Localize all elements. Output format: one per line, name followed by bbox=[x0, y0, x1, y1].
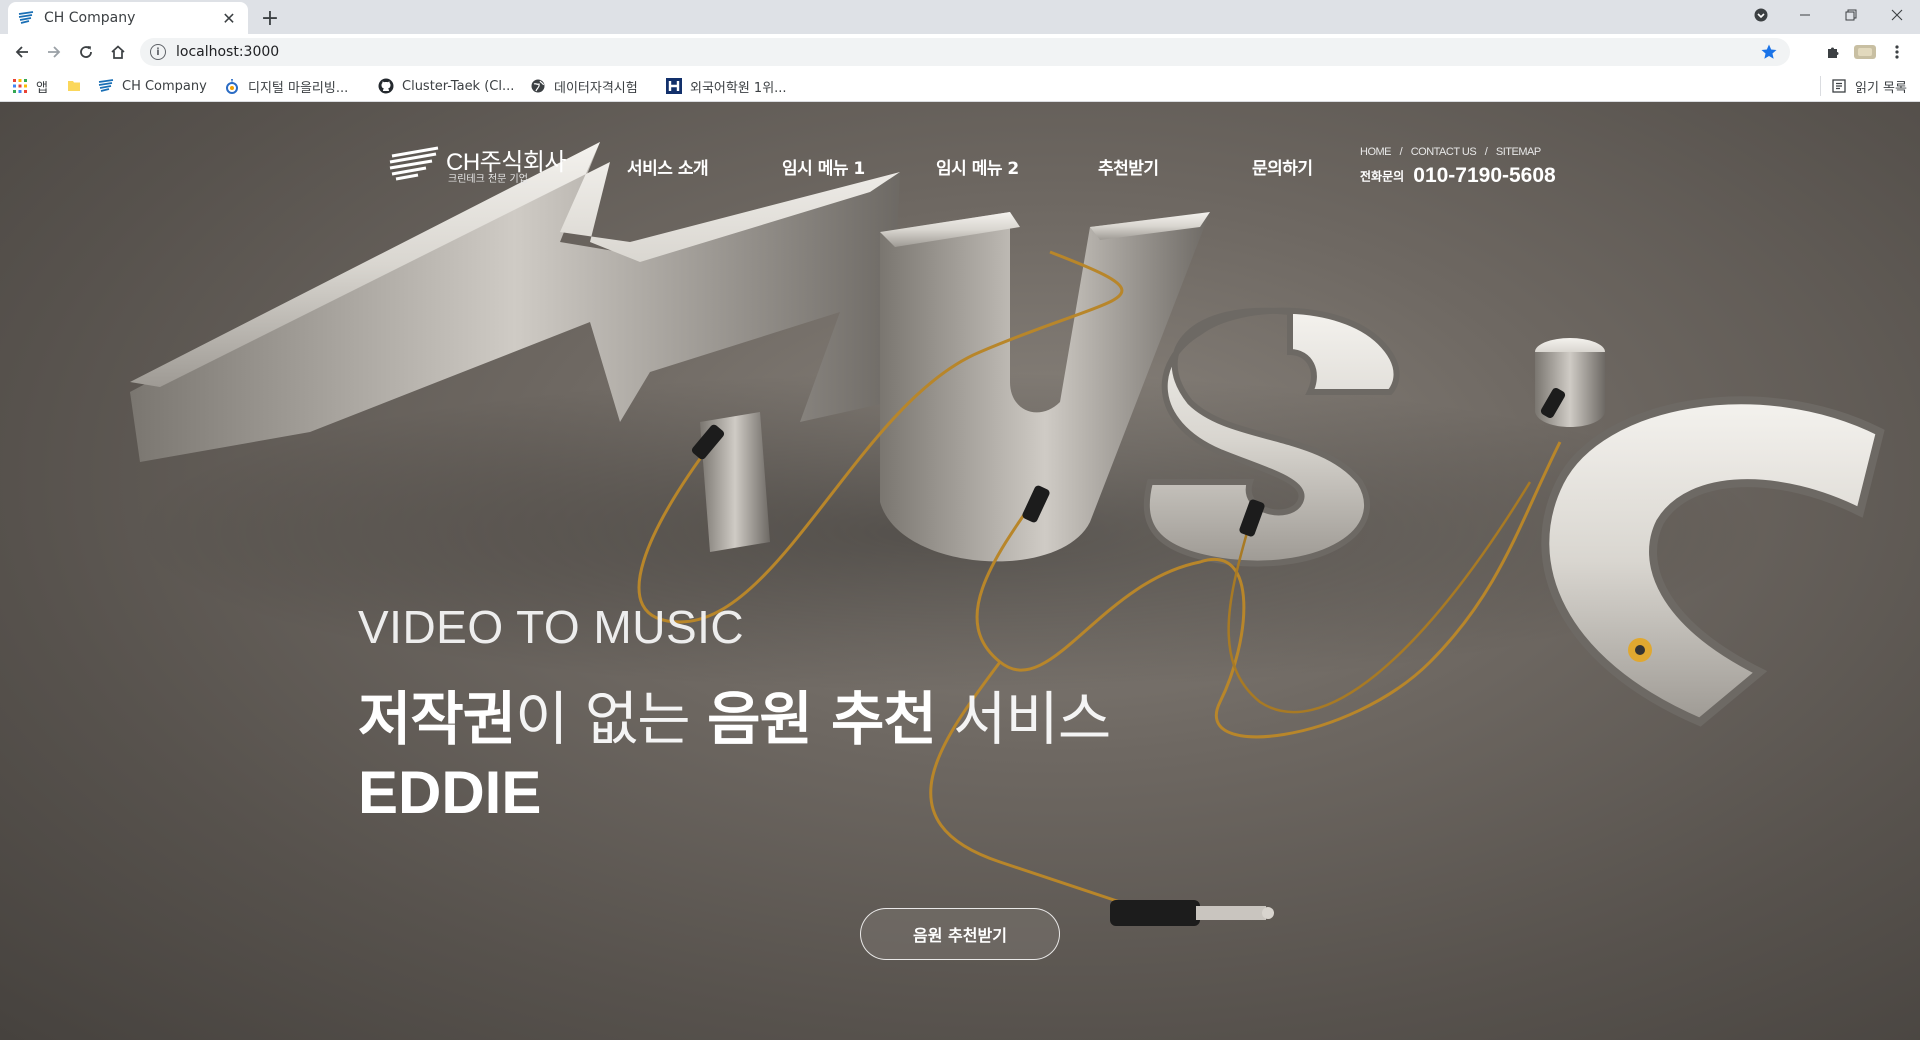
tab-close-icon[interactable]: ✕ bbox=[220, 9, 238, 28]
hero-title-korean: 저작권이 없는 음원 추천 서비스 bbox=[358, 672, 1111, 756]
reading-list[interactable]: 읽기 목록 bbox=[1820, 76, 1907, 96]
bookmark-digital-village[interactable]: 디지털 마을리빙... bbox=[224, 76, 348, 96]
browser-tab[interactable]: CH Company ✕ bbox=[8, 2, 248, 34]
browser-menu-icon[interactable] bbox=[1886, 42, 1908, 62]
nav-contact[interactable]: 문의하기 bbox=[1252, 154, 1313, 179]
site-header: CH주식회사 크린테크 전문 기업 서비스 소개 임시 메뉴 1 임시 메뉴 2… bbox=[0, 102, 1920, 212]
home-icon[interactable] bbox=[106, 40, 130, 64]
utility-links: HOME / CONTACT US / SITEMAP bbox=[1360, 146, 1547, 158]
reading-list-icon bbox=[1831, 78, 1847, 94]
restore-button[interactable] bbox=[1828, 0, 1874, 30]
company-logo[interactable]: CH주식회사 크린테크 전문 기업 bbox=[388, 142, 568, 185]
bookmark-label: Cluster-Taek (Cl... bbox=[402, 78, 515, 94]
bookmark-star-icon[interactable] bbox=[1760, 43, 1778, 61]
profile-avatar-icon[interactable] bbox=[1854, 42, 1876, 62]
bookmark-ch-company[interactable]: CH Company bbox=[98, 76, 207, 96]
site-info-icon[interactable]: i bbox=[150, 44, 166, 60]
nav-service-intro[interactable]: 서비스 소개 bbox=[627, 154, 709, 179]
nav-temp-menu-1[interactable]: 임시 메뉴 1 bbox=[782, 154, 865, 179]
get-recommendation-button[interactable]: 음원 추천받기 bbox=[860, 908, 1060, 960]
bookmark-label: CH Company bbox=[122, 78, 207, 94]
hero-title-part: 이 없는 bbox=[515, 685, 708, 753]
hackers-icon bbox=[666, 78, 682, 94]
hero-title-part: 저작권 bbox=[358, 685, 516, 753]
hero-title-part: 서비스 bbox=[935, 685, 1111, 753]
hero-title-part: 음원 추천 bbox=[707, 685, 937, 753]
reading-list-label: 읽기 목록 bbox=[1855, 80, 1907, 96]
util-home-link[interactable]: HOME bbox=[1360, 146, 1392, 158]
util-contact-link[interactable]: CONTACT US bbox=[1411, 146, 1477, 158]
nav-temp-menu-2[interactable]: 임시 메뉴 2 bbox=[936, 154, 1019, 179]
phone-label: 전화문의 bbox=[1360, 169, 1405, 184]
util-sitemap-link[interactable]: SITEMAP bbox=[1496, 146, 1541, 158]
hero-section: CH주식회사 크린테크 전문 기업 서비스 소개 임시 메뉴 1 임시 메뉴 2… bbox=[0, 102, 1920, 1040]
bookmark-language-academy[interactable]: 외국어학원 1위... bbox=[666, 76, 787, 96]
util-separator: / bbox=[1484, 146, 1488, 158]
bookmark-label: 앱 bbox=[36, 80, 48, 96]
profile-menu-icon[interactable] bbox=[1738, 0, 1784, 30]
extensions-puzzle-icon[interactable] bbox=[1822, 42, 1844, 62]
bookmark-label: 데이터자격시험 bbox=[554, 80, 638, 96]
digital-village-icon bbox=[224, 78, 240, 94]
bookmark-label: 디지털 마을리빙... bbox=[248, 80, 349, 96]
bookmark-apps[interactable]: 앱 bbox=[12, 76, 48, 96]
phone-contact: 전화문의 010-7190-5608 bbox=[1360, 164, 1556, 188]
folder-icon bbox=[66, 78, 82, 94]
forward-arrow-icon[interactable] bbox=[42, 40, 66, 64]
phone-number: 010-7190-5608 bbox=[1413, 164, 1556, 187]
nav-recommend[interactable]: 추천받기 bbox=[1098, 154, 1159, 179]
music-letters-background-image bbox=[130, 142, 1885, 926]
ch-company-favicon-icon bbox=[18, 10, 34, 26]
logo-tagline: 크린테크 전문 기업 bbox=[448, 174, 528, 185]
close-window-button[interactable] bbox=[1874, 0, 1920, 30]
bookmark-label: 외국어학원 1위... bbox=[690, 80, 787, 96]
reload-icon[interactable] bbox=[74, 40, 98, 64]
hero-title-english: VIDEO TO MUSIC bbox=[358, 601, 745, 653]
address-bar[interactable]: i localhost:3000 bbox=[140, 38, 1790, 66]
bookmark-github[interactable]: Cluster-Taek (Cl... bbox=[378, 76, 514, 96]
address-url: localhost:3000 bbox=[176, 44, 280, 60]
hero-brand-name: EDDIE bbox=[358, 759, 542, 826]
minimize-button[interactable] bbox=[1782, 0, 1828, 30]
globe-icon bbox=[530, 78, 546, 94]
bookmark-data-exam[interactable]: 데이터자격시험 bbox=[530, 76, 638, 96]
github-icon bbox=[378, 78, 394, 94]
ch-company-icon bbox=[98, 78, 114, 94]
bookmark-folder[interactable] bbox=[66, 76, 90, 96]
logo-swoosh-icon bbox=[389, 146, 439, 181]
util-separator: / bbox=[1399, 146, 1403, 158]
bookmarks-bar: 앱 CH Company 디지털 마을리빙... Cluster-Taek (C… bbox=[0, 70, 1920, 102]
back-arrow-icon[interactable] bbox=[10, 40, 34, 64]
apps-grid-icon bbox=[12, 78, 28, 94]
browser-toolbar: i localhost:3000 bbox=[0, 34, 1920, 70]
tab-title: CH Company bbox=[44, 10, 136, 26]
browser-tabstrip: CH Company ✕ + bbox=[0, 0, 1920, 34]
new-tab-button[interactable]: + bbox=[258, 6, 282, 31]
